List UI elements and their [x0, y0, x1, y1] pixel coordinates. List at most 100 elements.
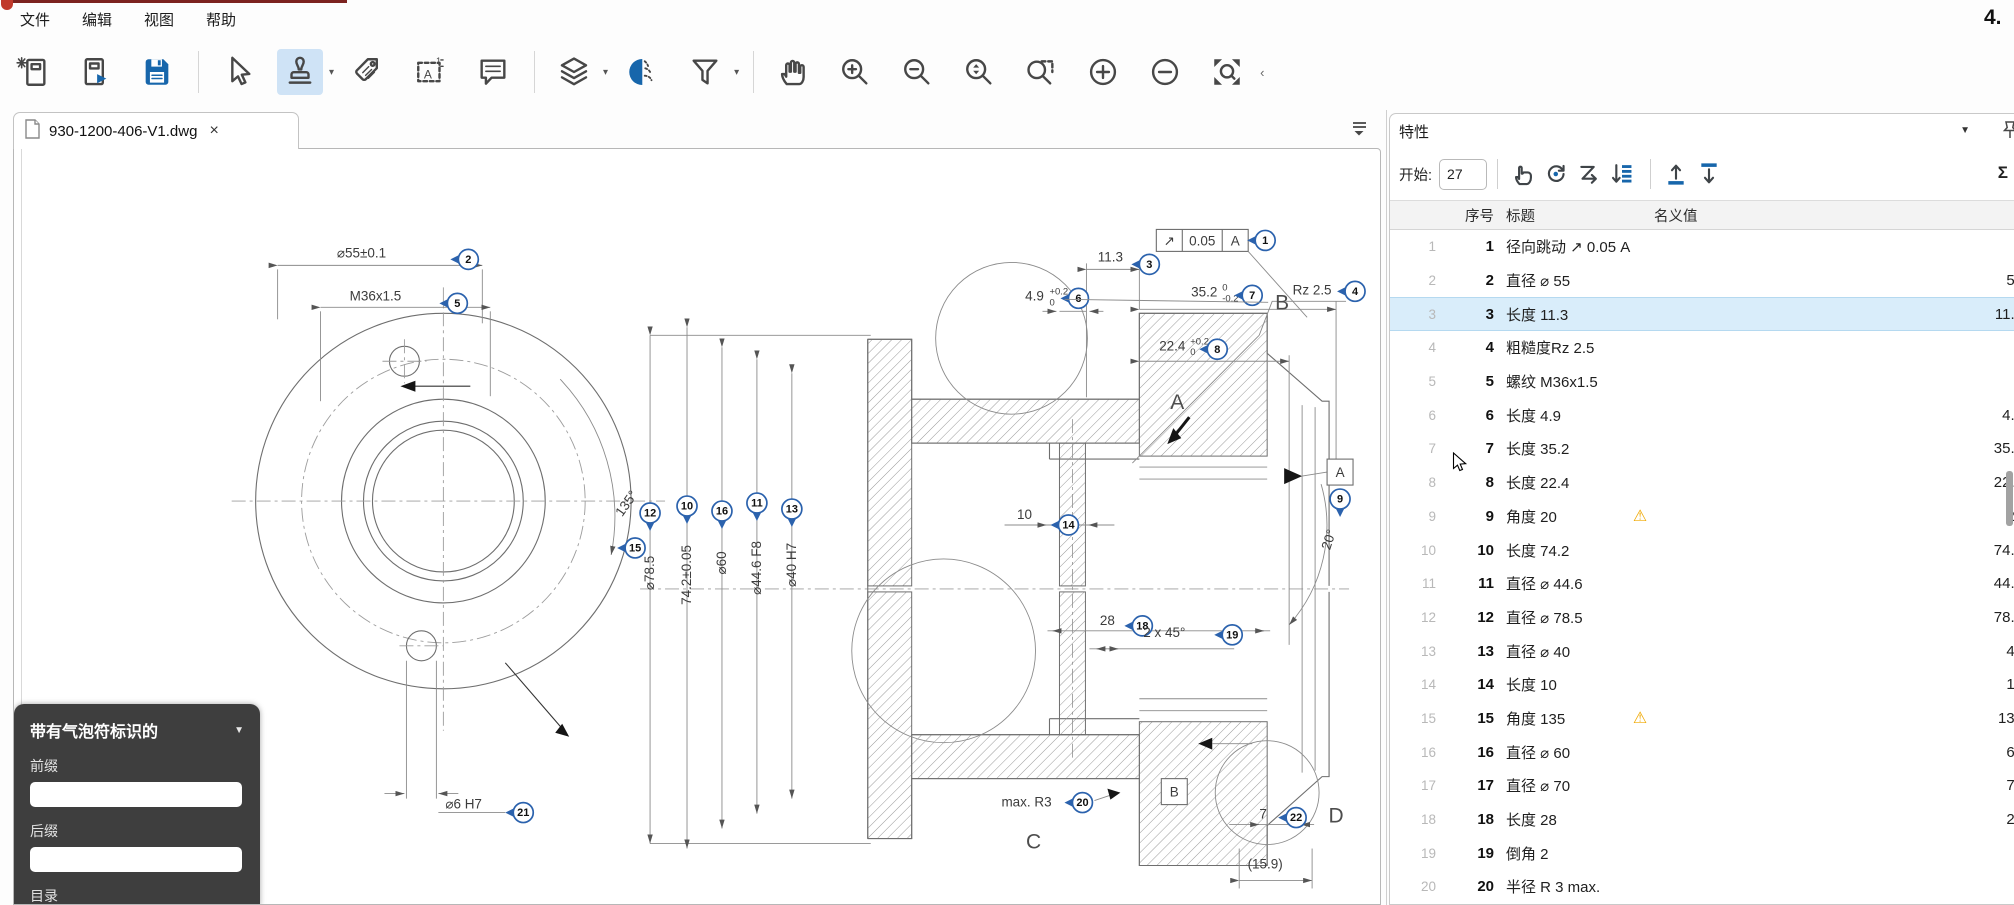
mirror-button[interactable] [620, 49, 666, 95]
zigzag-order-button[interactable] [1574, 159, 1604, 189]
tag-button[interactable] [346, 49, 392, 95]
layers-button[interactable] [551, 49, 597, 95]
start-number-input[interactable] [1439, 159, 1487, 190]
column-header-index[interactable]: 序号 [1390, 205, 1494, 226]
dim-len28[interactable]: 28 [1100, 613, 1115, 628]
runout-value[interactable]: 0.05 [1189, 233, 1215, 248]
filter-dropdown-caret[interactable]: ▾ [734, 67, 739, 78]
zoom-extents-button[interactable] [956, 49, 1002, 95]
dim-dia40[interactable]: ⌀40 H7 [784, 543, 799, 587]
zoom-in-button[interactable] [832, 49, 878, 95]
dim-len113[interactable]: 11.3 [1098, 249, 1123, 264]
pin-icon[interactable] [2000, 120, 2014, 140]
sort-list-button[interactable] [1607, 159, 1637, 189]
table-row[interactable]: 77长度 35.235.2 [1390, 432, 2014, 466]
menu-help[interactable]: 帮助 [206, 9, 236, 30]
dim-thread[interactable]: M36x1.5 [350, 288, 402, 303]
table-row[interactable]: 1212直径 ⌀ 78.578.5 [1390, 601, 2014, 635]
table-row[interactable]: 1919倒角 22 [1390, 836, 2014, 870]
toolbar-collapse-caret[interactable]: ‹ [1260, 65, 1264, 80]
balloon-14[interactable]: 14 [1050, 515, 1078, 535]
balloon-1[interactable]: 1 [1247, 230, 1275, 250]
comment-button[interactable] [470, 49, 516, 95]
renumber-button[interactable] [1541, 159, 1571, 189]
dim-len224[interactable]: 22.4 [1159, 338, 1186, 353]
layers-dropdown-caret[interactable]: ▾ [603, 67, 608, 78]
dim-ref159[interactable]: (15.9) [1248, 857, 1283, 872]
table-row[interactable]: 99角度 20⚠20 [1390, 500, 2014, 534]
prefix-input[interactable] [30, 782, 242, 807]
table-row[interactable]: 55螺纹 M36x1.5 [1390, 365, 2014, 399]
column-header-title[interactable]: 标题 [1506, 205, 1626, 226]
collapse-caret-icon[interactable]: ▼ [234, 725, 244, 736]
table-row[interactable]: 2020半径 R 3 max. [1390, 870, 2014, 904]
zoom-fit-button[interactable] [1204, 49, 1250, 95]
dim-len10[interactable]: 10 [1017, 507, 1032, 522]
zoom-out-button[interactable] [894, 49, 940, 95]
pan-hand-button[interactable] [770, 49, 816, 95]
dim-angle135[interactable]: 135° [612, 488, 640, 519]
balloon-2[interactable]: 2 [450, 249, 478, 269]
tab-close-icon[interactable]: × [209, 122, 218, 140]
dim-chamfer[interactable]: 2 x 45° [1143, 625, 1185, 640]
sum-button[interactable]: Σ [1998, 163, 2008, 183]
column-header-nominal[interactable]: 名义值 [1654, 205, 2014, 226]
dim-dia60[interactable]: ⌀60 [714, 551, 729, 574]
suffix-input[interactable] [30, 847, 242, 872]
dim-len7[interactable]: 7 [1259, 807, 1267, 822]
new-project-button[interactable] [10, 49, 56, 95]
zoom-window-button[interactable] [1018, 49, 1064, 95]
balloon-16[interactable]: 16 [712, 501, 732, 529]
select-cursor-button[interactable] [215, 49, 261, 95]
table-row[interactable]: 1313直径 ⌀ 4040 [1390, 634, 2014, 668]
balloon-15[interactable]: 15 [617, 538, 645, 558]
stamp-dropdown-caret[interactable]: ▾ [329, 67, 334, 78]
dim-len742[interactable]: 74.2±0.05 [679, 545, 694, 605]
table-row[interactable]: 66长度 4.94.9 [1390, 398, 2014, 432]
table-row[interactable]: 1111直径 ⌀ 44.644.6 [1390, 567, 2014, 601]
menu-view[interactable]: 视图 [144, 9, 174, 30]
document-tab[interactable]: 930-1200-406-V1.dwg × [13, 112, 299, 149]
export-up-button[interactable] [1661, 159, 1691, 189]
save-button[interactable] [134, 49, 180, 95]
dim-dia446[interactable]: ⌀44.6 F8 [749, 541, 764, 595]
table-row[interactable]: 1616直径 ⌀ 6060 [1390, 735, 2014, 769]
decrease-button[interactable] [1142, 49, 1188, 95]
balloon-13[interactable]: 13 [782, 499, 802, 527]
dim-radius-max[interactable]: max. R3 [1001, 795, 1051, 810]
table-row[interactable]: 88长度 22.422.4 [1390, 466, 2014, 500]
menu-file[interactable]: 文件 [20, 9, 50, 30]
table-row[interactable]: 22直径 ⌀ 5555 [1390, 264, 2014, 298]
menu-edit[interactable]: 编辑 [82, 9, 112, 30]
stamp-button[interactable] [277, 49, 323, 95]
table-row[interactable]: 1717直径 ⌀ 7070 [1390, 769, 2014, 803]
drawing-canvas[interactable]: ⌀55±0.1 2 M36x1.5 5 135° 15 [13, 148, 1381, 905]
dim-dia6[interactable]: ⌀6 H7 [445, 797, 482, 812]
balloon-4[interactable]: 4 [1337, 281, 1365, 301]
open-document-button[interactable] [72, 49, 118, 95]
dim-len49[interactable]: 4.9 [1025, 288, 1044, 303]
pick-hand-button[interactable] [1508, 159, 1538, 189]
dim-dia785[interactable]: ⌀78.5 [642, 556, 657, 590]
balloon-9[interactable]: 9 [1330, 489, 1350, 517]
properties-dropdown-caret[interactable]: ▼ [1960, 125, 1970, 136]
table-row[interactable]: 1414长度 1010 [1390, 668, 2014, 702]
scrollbar-thumb[interactable] [2006, 471, 2013, 526]
balloon-19[interactable]: 19 [1214, 625, 1242, 645]
panel-divider[interactable] [1386, 110, 1387, 905]
increase-button[interactable] [1080, 49, 1126, 95]
dim-rz[interactable]: Rz 2.5 [1293, 282, 1332, 297]
import-down-button[interactable] [1694, 159, 1724, 189]
balloon-10[interactable]: 10 [677, 496, 697, 524]
table-row[interactable]: 11径向跳动 ↗ 0.05 A [1390, 230, 2014, 264]
dim-angle20[interactable]: 20° [1319, 528, 1340, 552]
table-row[interactable]: 1515角度 135⚠135 [1390, 702, 2014, 736]
balloon-11[interactable]: 11 [747, 493, 767, 521]
dim-len352[interactable]: 35.2 [1191, 284, 1217, 299]
table-row[interactable]: 33长度 11.311.3 [1390, 297, 2014, 331]
table-row[interactable]: 1818长度 2828 [1390, 803, 2014, 837]
tab-list-dropdown[interactable] [1350, 118, 1376, 144]
table-row[interactable]: 44粗糙度Rz 2.5 [1390, 331, 2014, 365]
table-row[interactable]: 1010长度 74.274.2 [1390, 533, 2014, 567]
capture-region-button[interactable]: A 1 [408, 49, 454, 95]
